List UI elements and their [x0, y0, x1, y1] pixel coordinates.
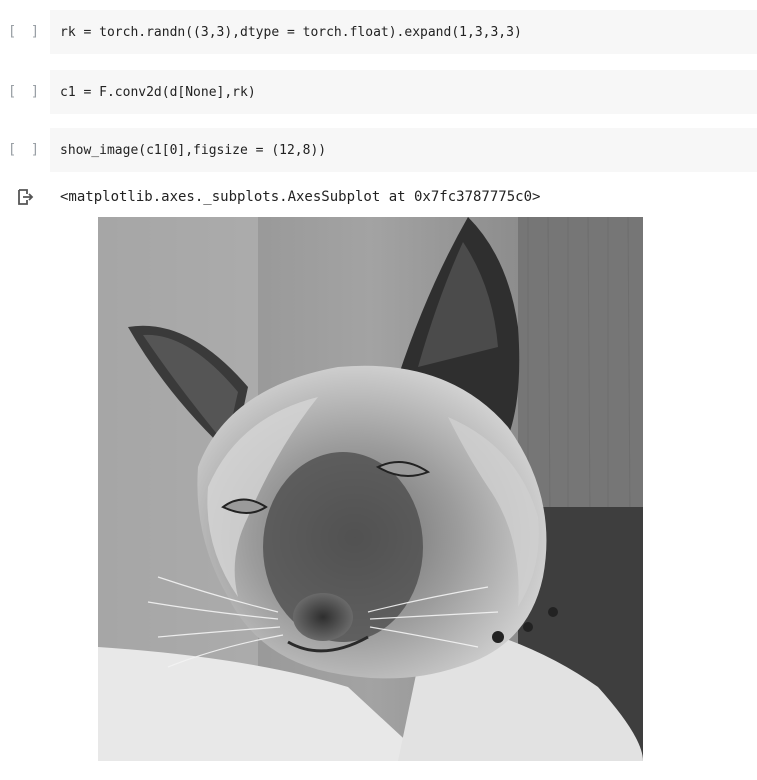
- output-text: <matplotlib.axes._subplots.AxesSubplot a…: [60, 189, 541, 205]
- code-editor[interactable]: rk = torch.randn((3,3),dtype = torch.flo…: [60, 25, 522, 40]
- code-cell-2[interactable]: [ ] c1 = F.conv2d(d[None],rk): [0, 70, 757, 114]
- code-cell-1[interactable]: [ ] rk = torch.randn((3,3),dtype = torch…: [0, 10, 757, 54]
- output-arrow-icon[interactable]: [0, 188, 50, 206]
- output-image: [98, 217, 643, 761]
- run-cell-button[interactable]: [ ]: [0, 142, 50, 158]
- run-cell-button[interactable]: [ ]: [0, 84, 50, 100]
- code-editor[interactable]: show_image(c1[0],figsize = (12,8)): [60, 143, 326, 158]
- code-editor[interactable]: c1 = F.conv2d(d[None],rk): [60, 85, 256, 100]
- run-cell-button[interactable]: [ ]: [0, 24, 50, 40]
- code-cell-3[interactable]: [ ] show_image(c1[0],figsize = (12,8)): [0, 128, 757, 172]
- cat-image: [98, 217, 643, 761]
- cell-output: <matplotlib.axes._subplots.AxesSubplot a…: [0, 182, 757, 212]
